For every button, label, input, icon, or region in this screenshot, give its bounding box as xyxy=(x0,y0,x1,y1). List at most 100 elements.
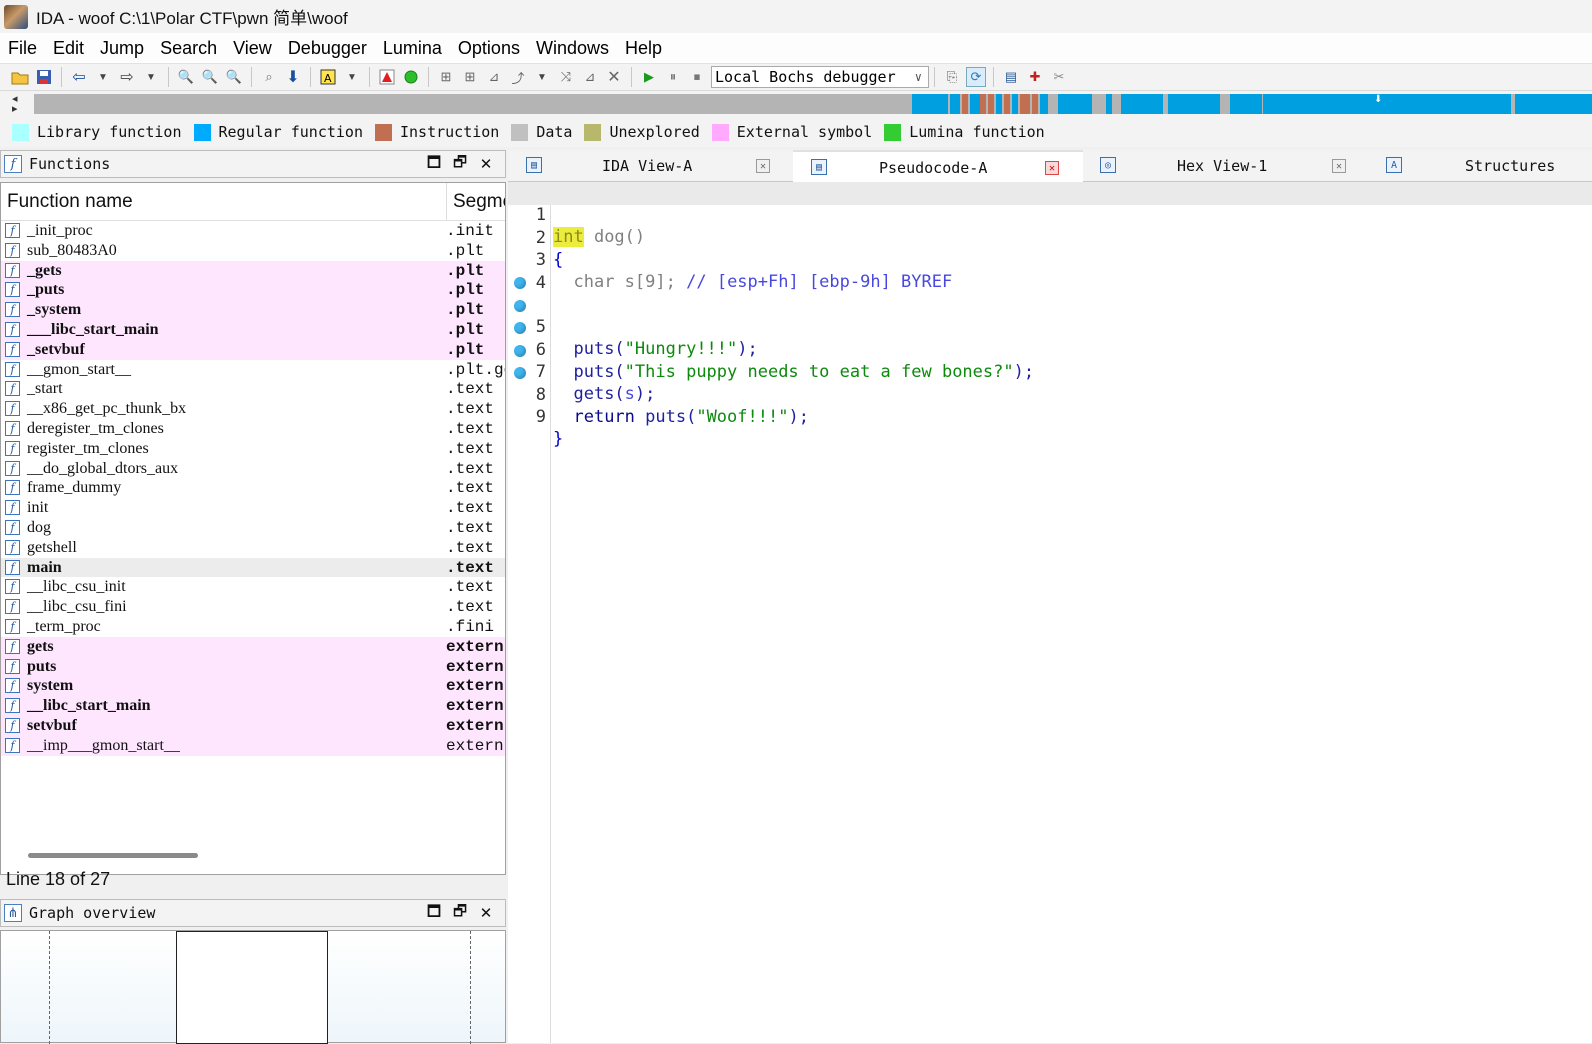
function-row[interactable]: f system extern xyxy=(1,676,505,697)
code-line[interactable]: 8 return puts("Woof!!!"); xyxy=(508,340,1592,427)
search-immediate-icon[interactable]: 🔍 xyxy=(224,67,244,87)
search-binary-icon[interactable]: 🔍 xyxy=(200,67,220,87)
breakpoint-dot-icon[interactable] xyxy=(514,344,526,357)
function-row[interactable]: f setvbuf extern xyxy=(1,715,505,736)
navigation-band[interactable]: ◂ ▸ ⬇ xyxy=(0,91,1592,117)
forward-arrow-icon[interactable]: ⇨ xyxy=(117,67,137,87)
close-tab-icon[interactable]: ✕ xyxy=(1332,159,1346,173)
function-row[interactable]: f sub_80483A0 .plt xyxy=(1,241,505,261)
function-row[interactable]: f __libc_start_main extern xyxy=(1,696,505,716)
close-tab-icon[interactable]: ✕ xyxy=(1045,161,1059,175)
menu-file[interactable]: File xyxy=(0,33,45,63)
function-row[interactable]: f __libc_csu_init .text xyxy=(1,577,505,597)
function-row[interactable]: f main .text xyxy=(1,557,505,578)
tab-structures[interactable]: A Structures xyxy=(1370,150,1592,182)
graph-op2-icon[interactable]: ⊞ xyxy=(460,67,480,87)
attach-process-icon[interactable]: ⎘ xyxy=(942,67,962,87)
back-dropdown-icon[interactable]: ▼ xyxy=(93,67,113,87)
text-color-icon[interactable]: A xyxy=(318,67,338,87)
function-row[interactable]: f __x86_get_pc_thunk_bx .text xyxy=(1,399,505,419)
graph-op3-icon[interactable]: ⊿ xyxy=(484,67,504,87)
functions-list[interactable]: Function name Segme f_init_proc.initfsub… xyxy=(0,182,506,875)
detach-process-icon[interactable]: ⟳ xyxy=(966,67,986,87)
text-color-dropdown-icon[interactable]: ▼ xyxy=(342,67,362,87)
green-circle-icon[interactable] xyxy=(401,67,421,87)
menu-search[interactable]: Search xyxy=(152,33,225,63)
column-function-name[interactable]: Function name xyxy=(7,191,133,213)
function-row[interactable]: f dog .text xyxy=(1,518,505,538)
menu-jump[interactable]: Jump xyxy=(92,33,152,63)
horizontal-scrollbar[interactable] xyxy=(28,853,198,858)
forward-dropdown-icon[interactable]: ▼ xyxy=(141,67,161,87)
code-line[interactable]: 6 puts("This puppy needs to eat a few bo… xyxy=(508,295,1592,382)
column-segment[interactable]: Segme xyxy=(446,183,505,221)
pause-debugger-icon[interactable]: ⏸ xyxy=(663,67,683,87)
function-row[interactable]: f init .text xyxy=(1,498,505,518)
function-row[interactable]: f __imp___gmon_start__ extern xyxy=(1,735,505,756)
function-row[interactable]: f _setvbuf .plt xyxy=(1,339,505,360)
graph-op1-icon[interactable]: ⊞ xyxy=(436,67,456,87)
breakpoint-list-icon[interactable]: ▤ xyxy=(1001,67,1021,87)
function-row[interactable]: f ___libc_start_main .plt xyxy=(1,319,505,340)
code-line[interactable]: 7 gets(s); xyxy=(508,317,1592,404)
function-row[interactable]: f gets extern xyxy=(1,636,505,657)
float-window-icon[interactable]: 🗗 xyxy=(447,903,473,923)
string-literal[interactable]: "Woof!!!" xyxy=(696,407,788,427)
close-x-icon[interactable]: ✕ xyxy=(604,67,624,87)
menu-options[interactable]: Options xyxy=(450,33,528,63)
function-row[interactable]: f register_tm_clones .text xyxy=(1,439,505,459)
close-panel-icon[interactable]: ✕ xyxy=(473,903,499,923)
graph-op5-icon[interactable]: ⤨ xyxy=(556,67,576,87)
warning-triangle-icon[interactable] xyxy=(377,67,397,87)
code-line[interactable]: 3 char s[9]; // [esp+Fh] [ebp-9h] BYREF xyxy=(508,227,1592,292)
navigation-band-bar[interactable]: ⬇ xyxy=(34,94,1592,114)
code-line[interactable]: 1 int dog() xyxy=(508,182,1592,247)
close-tab-icon[interactable]: ✕ xyxy=(756,159,770,173)
var-s[interactable]: s xyxy=(625,384,635,404)
graph-op4-dropdown-icon[interactable]: ▼ xyxy=(532,67,552,87)
jump-down-arrow-icon[interactable]: ⬇ xyxy=(283,67,303,87)
menu-debugger[interactable]: Debugger xyxy=(280,33,375,63)
pseudocode-view[interactable]: 1 int dog() 2 { 3 char s[9]; // [esp+Fh]… xyxy=(508,182,1592,1043)
float-window-icon[interactable]: 🗗 xyxy=(447,154,473,174)
function-row[interactable]: f frame_dummy .text xyxy=(1,478,505,498)
search-text-icon[interactable]: 🔍 xyxy=(176,67,196,87)
code-line[interactable]: 9 } xyxy=(508,362,1592,449)
function-row[interactable]: f deregister_tm_clones .text xyxy=(1,419,505,439)
call-gets[interactable]: gets( xyxy=(573,384,624,404)
maximize-icon[interactable]: 🗖 xyxy=(421,903,447,923)
menu-edit[interactable]: Edit xyxy=(45,33,92,63)
function-row[interactable]: f _term_proc .fini xyxy=(1,617,505,637)
menu-view[interactable]: View xyxy=(225,33,280,63)
close-panel-icon[interactable]: ✕ xyxy=(473,154,499,174)
save-icon[interactable] xyxy=(34,67,54,87)
delete-breakpoint-icon[interactable]: ✂ xyxy=(1049,67,1069,87)
function-row[interactable]: f __do_global_dtors_aux .text xyxy=(1,459,505,479)
breakpoint-dot-icon[interactable] xyxy=(514,299,526,312)
maximize-icon[interactable]: 🗖 xyxy=(421,154,447,174)
function-row[interactable]: f __libc_csu_fini .text xyxy=(1,597,505,617)
graph-overview-canvas[interactable] xyxy=(0,930,506,1044)
debugger-select[interactable]: Local Bochs debugger ∨ xyxy=(711,66,929,88)
back-arrow-icon[interactable]: ⇦ xyxy=(69,67,89,87)
function-row[interactable]: f _init_proc .init xyxy=(1,221,505,241)
tab-hex-view-1[interactable]: ◎ Hex View-1 ✕ xyxy=(1084,150,1368,182)
navband-scroll-arrows-icon[interactable]: ◂ ▸ xyxy=(12,94,18,115)
find-icon[interactable]: ⌕ xyxy=(259,67,279,87)
function-row[interactable]: f puts extern xyxy=(1,656,505,677)
function-row[interactable]: f getshell .text xyxy=(1,538,505,558)
menu-windows[interactable]: Windows xyxy=(528,33,617,63)
menu-help[interactable]: Help xyxy=(617,33,670,63)
stop-debugger-icon[interactable]: ⏹ xyxy=(687,67,707,87)
code-line[interactable]: 2 { xyxy=(508,205,1592,270)
tab-ida-view-a[interactable]: ▤ IDA View-A ✕ xyxy=(508,150,792,182)
run-debugger-icon[interactable]: ▶ xyxy=(639,67,659,87)
code-line[interactable]: 5 puts("Hungry!!!"); xyxy=(508,272,1592,359)
graph-op6-icon[interactable]: ⊿ xyxy=(580,67,600,87)
function-row[interactable]: f _puts .plt xyxy=(1,280,505,301)
breakpoint-dot-icon[interactable] xyxy=(514,322,526,334)
graph-viewport-frame[interactable] xyxy=(176,931,328,1044)
add-breakpoint-icon[interactable]: ✚ xyxy=(1025,67,1045,87)
code-line[interactable]: 4 xyxy=(508,250,1592,293)
graph-op4-icon[interactable]: ⤴ xyxy=(508,67,528,87)
